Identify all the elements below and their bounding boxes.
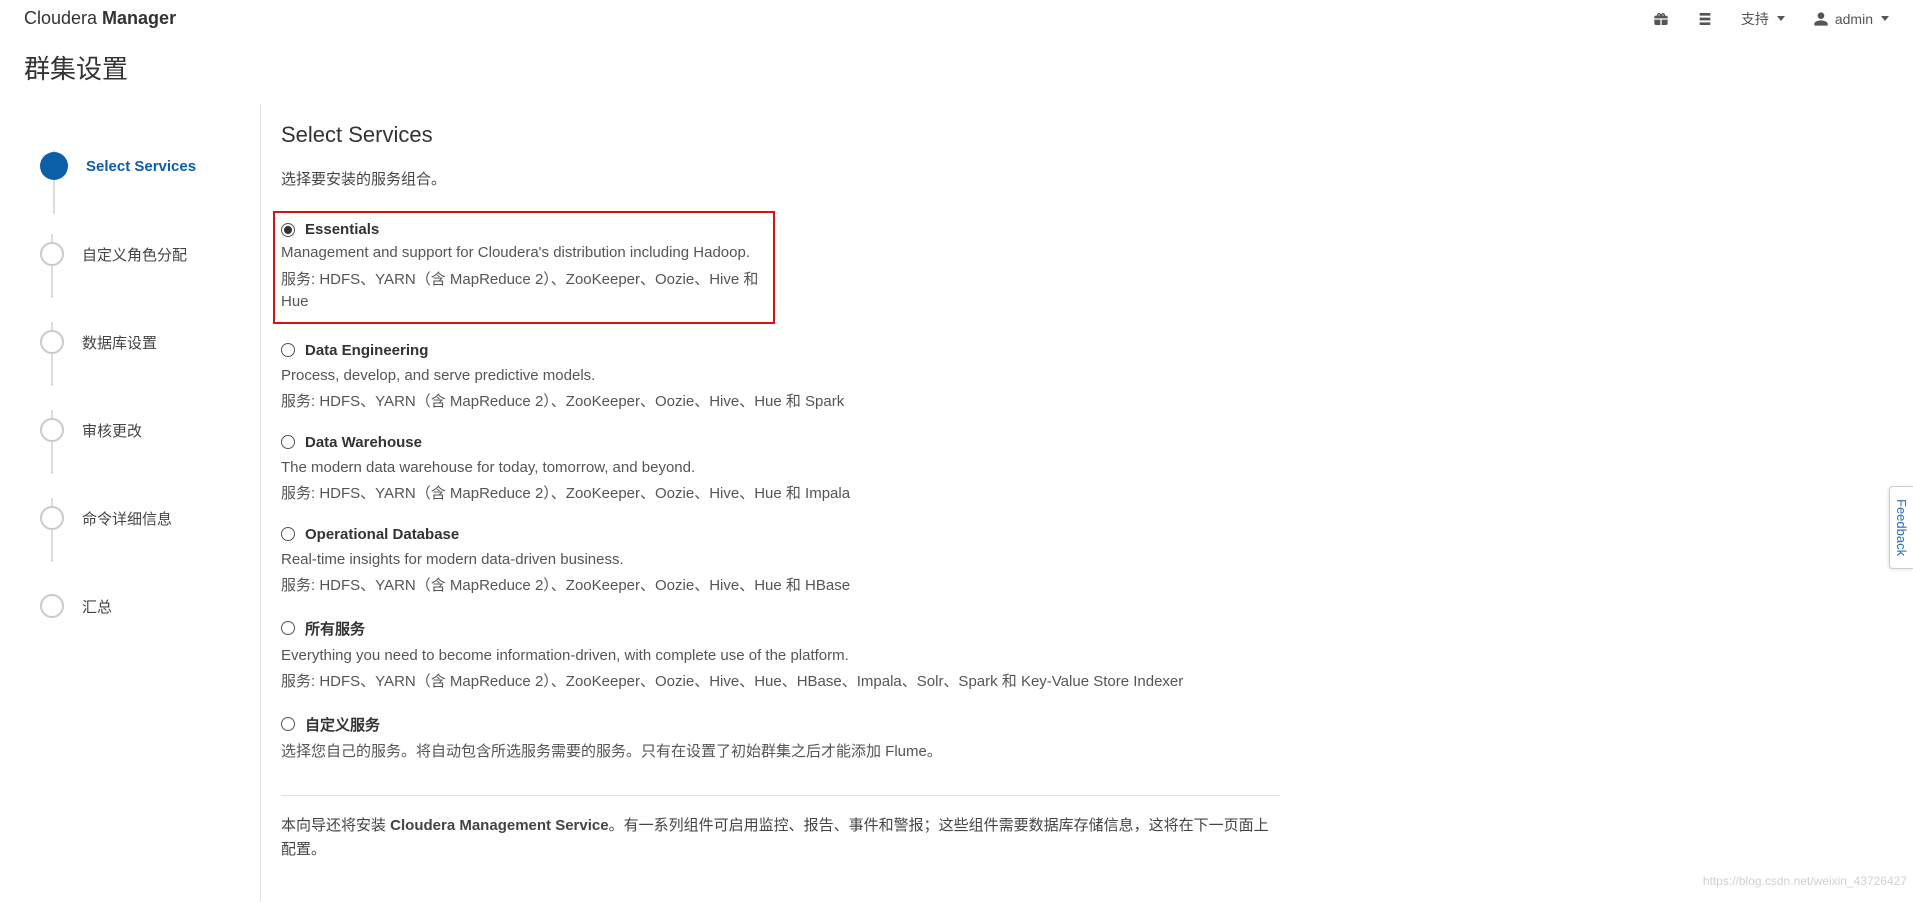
radio-button[interactable] xyxy=(281,343,295,357)
server-icon[interactable] xyxy=(1697,11,1713,27)
radio-button[interactable] xyxy=(281,621,295,635)
option-head: Data Engineering xyxy=(281,342,1280,359)
option-name: Operational Database xyxy=(305,526,459,543)
service-option-4[interactable]: 所有服务 Everything you need to become inform… xyxy=(281,608,1280,704)
option-services: 服务: HDFS、YARN（含 MapReduce 2）、ZooKeeper、O… xyxy=(281,671,1280,694)
service-option-1[interactable]: Data Engineering Process, develop, and se… xyxy=(281,332,1280,424)
support-menu[interactable]: 支持 xyxy=(1741,9,1785,29)
option-desc: Process, develop, and serve predictive m… xyxy=(281,365,1280,388)
step-circle xyxy=(40,418,64,442)
content-title: Select Services xyxy=(281,122,1280,148)
option-head: 所有服务 xyxy=(281,618,1280,639)
option-services: 服务: HDFS、YARN（含 MapReduce 2）、ZooKeeper、O… xyxy=(281,391,1280,414)
separator xyxy=(281,795,1280,796)
step-0[interactable]: Select Services xyxy=(40,122,260,210)
caret-down-icon xyxy=(1881,16,1889,21)
user-menu[interactable]: admin xyxy=(1813,11,1889,27)
option-services: 服务: HDFS、YARN（含 MapReduce 2）、ZooKeeper、O… xyxy=(281,575,1280,598)
step-label: 汇总 xyxy=(82,596,112,617)
option-head: Operational Database xyxy=(281,526,1280,543)
gift-icon[interactable] xyxy=(1653,11,1669,27)
step-2[interactable]: 数据库设置 xyxy=(40,298,260,386)
brand-light: Cloudera xyxy=(24,8,102,28)
option-head: Essentials xyxy=(281,221,763,238)
layout: Select Services自定义角色分配数据库设置审核更改命令详细信息汇总 … xyxy=(0,104,1913,902)
option-desc: Everything you need to become informatio… xyxy=(281,645,1280,668)
step-label: Select Services xyxy=(86,158,196,175)
page-title: 群集设置 xyxy=(0,41,1913,104)
radio-button[interactable] xyxy=(281,223,295,237)
step-circle xyxy=(40,594,64,618)
brand-bold: Manager xyxy=(102,8,176,28)
option-desc: Management and support for Cloudera's di… xyxy=(281,242,763,265)
option-desc: The modern data warehouse for today, tom… xyxy=(281,457,1280,480)
topbar: Cloudera Manager 支持 admin xyxy=(0,0,1913,41)
brand[interactable]: Cloudera Manager xyxy=(24,8,176,29)
option-head: Data Warehouse xyxy=(281,434,1280,451)
service-option-3[interactable]: Operational Database Real-time insights f… xyxy=(281,516,1280,608)
option-desc: Real-time insights for modern data-drive… xyxy=(281,549,1280,572)
user-label: admin xyxy=(1835,11,1873,27)
footer-pre: 本向导还将安装 xyxy=(281,817,390,834)
step-3[interactable]: 审核更改 xyxy=(40,386,260,474)
step-circle xyxy=(40,330,64,354)
content: Select Services 选择要安装的服务组合。 Essentials Ma… xyxy=(260,104,1320,902)
option-services: 服务: HDFS、YARN（含 MapReduce 2）、ZooKeeper、O… xyxy=(281,483,1280,506)
option-head: 自定义服务 xyxy=(281,714,1280,735)
step-circle xyxy=(40,152,68,180)
radio-button[interactable] xyxy=(281,717,295,731)
option-name: Data Warehouse xyxy=(305,434,422,451)
option-desc: 选择您自己的服务。将自动包含所选服务需要的服务。只有在设置了初始群集之后才能添加… xyxy=(281,741,1280,764)
step-circle xyxy=(40,506,64,530)
feedback-tab[interactable]: Feedback xyxy=(1889,486,1913,569)
step-label: 数据库设置 xyxy=(82,332,157,353)
step-label: 命令详细信息 xyxy=(82,508,172,529)
topbar-right: 支持 admin xyxy=(1653,9,1889,29)
caret-down-icon xyxy=(1777,16,1785,21)
watermark: https://blog.csdn.net/weixin_43726427 xyxy=(1703,874,1907,888)
stepper: Select Services 自定义角色分配数据库设置审核更改命令详细信息汇总 xyxy=(40,104,260,902)
step-label: 自定义角色分配 xyxy=(82,244,187,265)
support-label: 支持 xyxy=(1741,9,1769,29)
footer-note: 本向导还将安装 Cloudera Management Service。有一系列… xyxy=(281,814,1280,862)
step-label: 审核更改 xyxy=(82,420,142,441)
footer-strong: Cloudera Management Service xyxy=(390,817,608,834)
service-option-5[interactable]: 自定义服务选择您自己的服务。将自动包含所选服务需要的服务。只有在设置了初始群集之… xyxy=(281,704,1280,778)
radio-button[interactable] xyxy=(281,527,295,541)
option-name: 所有服务 xyxy=(305,618,365,639)
step-5[interactable]: 汇总 xyxy=(40,562,260,650)
user-icon xyxy=(1813,11,1829,27)
step-1[interactable]: 自定义角色分配 xyxy=(40,210,260,298)
content-subtitle: 选择要安装的服务组合。 xyxy=(281,168,1280,189)
option-services: 服务: HDFS、YARN（含 MapReduce 2）、ZooKeeper、O… xyxy=(281,269,763,314)
option-name: 自定义服务 xyxy=(305,714,380,735)
service-option-0[interactable]: Essentials Management and support for Clo… xyxy=(273,211,775,324)
option-name: Data Engineering xyxy=(305,342,428,359)
service-option-2[interactable]: Data Warehouse The modern data warehouse … xyxy=(281,424,1280,516)
step-4[interactable]: 命令详细信息 xyxy=(40,474,260,562)
radio-button[interactable] xyxy=(281,435,295,449)
step-circle xyxy=(40,242,64,266)
option-name: Essentials xyxy=(305,221,379,238)
